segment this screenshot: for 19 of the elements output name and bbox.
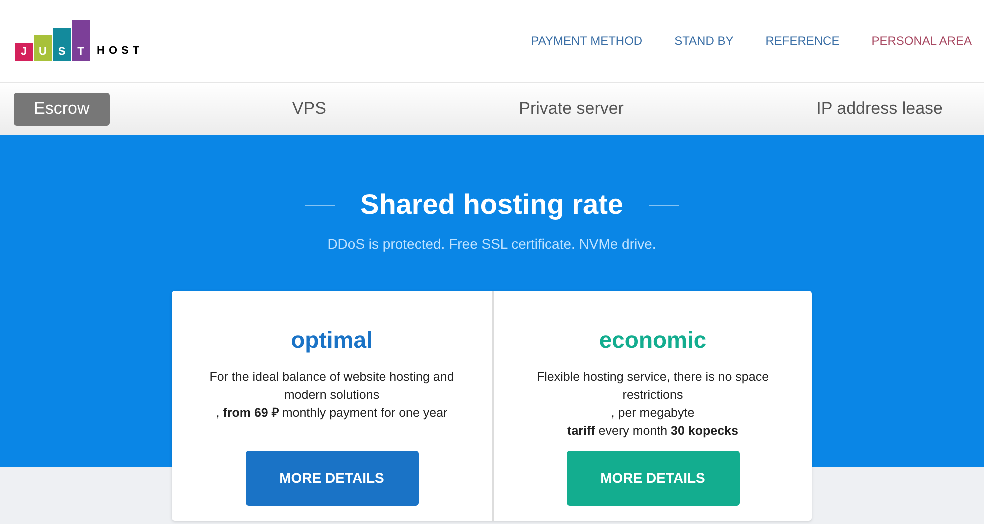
- plan-title: optimal: [291, 326, 373, 355]
- plan-description: Flexible hosting service, there is no space restrictions: [536, 368, 770, 404]
- menu-link[interactable]: REFERENCE: [766, 32, 840, 50]
- tab[interactable]: Private server: [509, 92, 634, 126]
- tab[interactable]: VPS: [282, 92, 336, 126]
- plan-description: tariff every month 30 kopecks: [566, 422, 740, 440]
- tab[interactable]: IP address lease: [806, 92, 953, 126]
- menu-link[interactable]: PAYMENT METHOD: [531, 32, 643, 50]
- logo[interactable]: J U S T HOST: [15, 17, 144, 61]
- tab[interactable]: Escrow: [14, 92, 110, 126]
- plan-title: economic: [599, 326, 707, 355]
- hero-subtitle: DDoS is protected. Free SSL certificate. NVMe drive.: [328, 235, 656, 254]
- plan-description: , per megabyte: [610, 404, 696, 422]
- more-details-button[interactable]: MORE DETAILS: [246, 451, 418, 506]
- menu-link[interactable]: STAND BY: [674, 32, 734, 50]
- hero-title: Shared hosting rate: [360, 188, 624, 222]
- more-details-button[interactable]: MORE DETAILS: [566, 451, 740, 506]
- plan-description: , from 69 ₽ monthly payment for one year: [215, 404, 449, 422]
- menu-link[interactable]: PERSONAL AREA: [872, 32, 972, 50]
